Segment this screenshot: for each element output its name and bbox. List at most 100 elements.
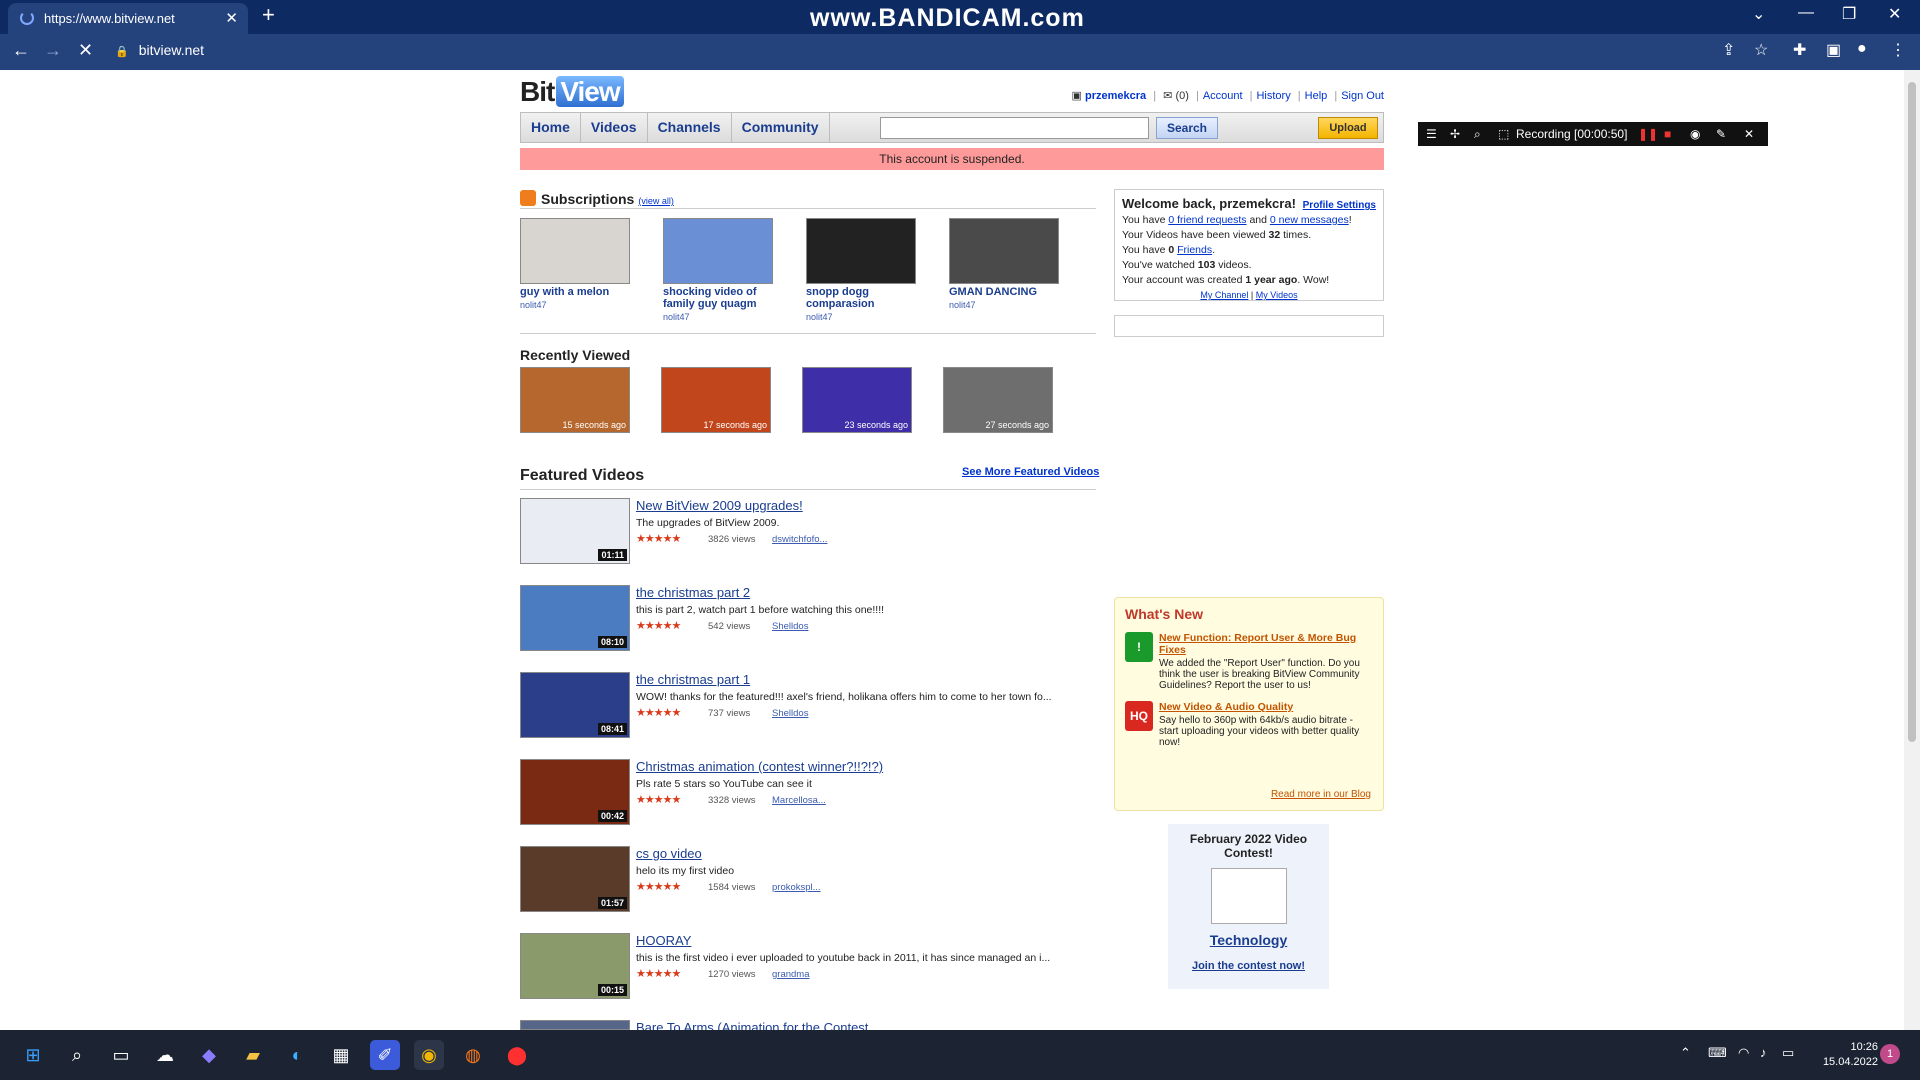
featured-video-title[interactable]: the christmas part 1: [636, 672, 750, 687]
subscription-video-user[interactable]: nolit47: [949, 300, 976, 310]
pause-icon[interactable]: ❚❚: [1638, 127, 1658, 141]
video-author-link[interactable]: grandma: [772, 969, 810, 980]
featured-video-title[interactable]: HOORAY: [636, 933, 691, 948]
wifi-icon[interactable]: ◠: [1738, 1045, 1749, 1061]
featured-video-title[interactable]: New BitView 2009 upgrades!: [636, 498, 803, 513]
video-author-link[interactable]: dswitchfofo...: [772, 534, 827, 545]
subscription-video-title[interactable]: guy with a melon: [520, 286, 640, 298]
stop-icon[interactable]: ■: [1664, 127, 1671, 141]
video-author-link[interactable]: Marcellosa...: [772, 795, 826, 806]
recent-thumbnail[interactable]: 27 seconds ago: [943, 367, 1053, 433]
url-field[interactable]: 🔒 bitview.net: [115, 42, 204, 58]
upload-button[interactable]: Upload: [1318, 117, 1378, 139]
bitview-logo[interactable]: Bit View: [520, 76, 624, 108]
featured-video-title[interactable]: Christmas animation (contest winner?!!?!…: [636, 759, 883, 774]
featured-video-title[interactable]: the christmas part 2: [636, 585, 750, 600]
subscription-thumbnail[interactable]: [806, 218, 916, 284]
chrome-icon[interactable]: ◉: [414, 1040, 444, 1070]
profile-icon[interactable]: ●: [1857, 40, 1867, 58]
search-button[interactable]: Search: [1156, 117, 1218, 139]
back-icon[interactable]: ←: [12, 40, 30, 61]
pencil-icon[interactable]: ✎: [1716, 127, 1726, 141]
new-messages-link[interactable]: 0 new messages: [1270, 214, 1349, 226]
nav-channels[interactable]: Channels: [648, 113, 732, 142]
notification-badge[interactable]: 1: [1880, 1044, 1900, 1064]
featured-thumbnail[interactable]: 00:15: [520, 933, 630, 999]
menu-icon[interactable]: ☰: [1426, 127, 1437, 141]
forward-icon[interactable]: →: [44, 40, 62, 61]
nav-home[interactable]: Home: [521, 113, 581, 142]
bandicam-icon[interactable]: ⬤: [502, 1040, 532, 1070]
video-author-link[interactable]: Shelldos: [772, 621, 808, 632]
featured-thumbnail[interactable]: 00:42: [520, 759, 630, 825]
keyboard-icon[interactable]: ⌨: [1708, 1045, 1727, 1061]
video-author-link[interactable]: prokokspl...: [772, 882, 821, 893]
whats-new-item-title[interactable]: New Function: Report User & More Bug Fix…: [1159, 632, 1373, 656]
close-tab-icon[interactable]: ✕: [225, 3, 238, 34]
side-panel-icon[interactable]: ▣: [1826, 40, 1841, 60]
battery-icon[interactable]: ▭: [1782, 1045, 1794, 1061]
recent-thumbnail[interactable]: 23 seconds ago: [802, 367, 912, 433]
help-link[interactable]: Help: [1305, 90, 1328, 102]
join-contest-link[interactable]: Join the contest now!: [1168, 960, 1329, 972]
extensions-icon[interactable]: ✚: [1793, 40, 1806, 60]
account-link[interactable]: Account: [1203, 90, 1243, 102]
subscription-video-title[interactable]: GMAN DANCING: [949, 286, 1069, 298]
bookmark-star-icon[interactable]: ☆: [1754, 40, 1768, 60]
region-icon[interactable]: ⬚: [1498, 127, 1509, 141]
nav-videos[interactable]: Videos: [581, 113, 648, 142]
read-more-blog-link[interactable]: Read more in our Blog: [1271, 789, 1371, 800]
task-view-icon[interactable]: ▭: [106, 1040, 136, 1070]
restore-icon[interactable]: ❐: [1842, 4, 1856, 24]
menu-icon[interactable]: ⋮: [1890, 40, 1906, 60]
featured-thumbnail[interactable]: [520, 1020, 630, 1030]
firefox-icon[interactable]: ◍: [458, 1040, 488, 1070]
recent-thumbnail[interactable]: 15 seconds ago: [520, 367, 630, 433]
contest-image[interactable]: [1210, 868, 1287, 924]
subscription-video-title[interactable]: snopp dogg comparasion: [806, 286, 926, 310]
contest-category-link[interactable]: Technology: [1168, 932, 1329, 948]
featured-thumbnail[interactable]: 08:41: [520, 672, 630, 738]
video-author-link[interactable]: Shelldos: [772, 708, 808, 719]
page-scrollbar[interactable]: [1904, 70, 1920, 1030]
my-channel-link[interactable]: My Channel: [1200, 290, 1248, 300]
whats-new-item-title[interactable]: New Video & Audio Quality: [1159, 701, 1373, 713]
subscription-video-user[interactable]: nolit47: [520, 300, 547, 310]
file-explorer-icon[interactable]: ▰: [238, 1040, 268, 1070]
featured-video-title[interactable]: cs go video: [636, 846, 702, 861]
sign-out-link[interactable]: Sign Out: [1341, 90, 1384, 102]
camera-icon[interactable]: ◉: [1690, 127, 1700, 141]
close-window-icon[interactable]: ✕: [1888, 4, 1901, 24]
featured-thumbnail[interactable]: 08:10: [520, 585, 630, 651]
subscription-video-title[interactable]: shocking video of family guy quagm: [663, 286, 783, 310]
tray-chevron-icon[interactable]: ⌃: [1680, 1045, 1691, 1061]
close-icon[interactable]: ✕: [1744, 127, 1754, 141]
nav-community[interactable]: Community: [732, 113, 830, 142]
subscription-thumbnail[interactable]: [520, 218, 630, 284]
profile-settings-link[interactable]: Profile Settings: [1303, 198, 1376, 213]
zoom-icon[interactable]: ⌕: [1474, 127, 1481, 142]
stop-loading-icon[interactable]: ✕: [78, 40, 93, 61]
store-icon[interactable]: ▦: [326, 1040, 356, 1070]
my-videos-link[interactable]: My Videos: [1256, 290, 1298, 300]
featured-thumbnail[interactable]: 01:11: [520, 498, 630, 564]
clock[interactable]: 10:26 15.04.2022: [1823, 1040, 1878, 1070]
subscription-thumbnail[interactable]: [663, 218, 773, 284]
tab-search-chevron-icon[interactable]: ⌄: [1752, 4, 1765, 24]
search-icon[interactable]: ⌕: [62, 1040, 92, 1070]
volume-icon[interactable]: ♪: [1760, 1045, 1767, 1060]
history-link[interactable]: History: [1256, 90, 1290, 102]
username-link[interactable]: przemekcra: [1085, 90, 1146, 102]
search-input[interactable]: [880, 117, 1149, 139]
new-tab-icon[interactable]: +: [262, 2, 275, 28]
see-more-featured-link[interactable]: See More Featured Videos: [962, 466, 1099, 478]
friend-requests-link[interactable]: 0 friend requests: [1168, 214, 1246, 226]
paint-app-icon[interactable]: ✐: [370, 1040, 400, 1070]
weather-icon[interactable]: ☁: [150, 1040, 180, 1070]
share-icon[interactable]: ⇪: [1722, 40, 1735, 60]
crosshair-icon[interactable]: ✢: [1450, 127, 1460, 141]
minimize-icon[interactable]: —: [1798, 4, 1814, 22]
subscription-video-user[interactable]: nolit47: [663, 312, 690, 322]
scrollbar-thumb[interactable]: [1908, 82, 1916, 742]
windows-start-icon[interactable]: ⊞: [18, 1040, 48, 1070]
